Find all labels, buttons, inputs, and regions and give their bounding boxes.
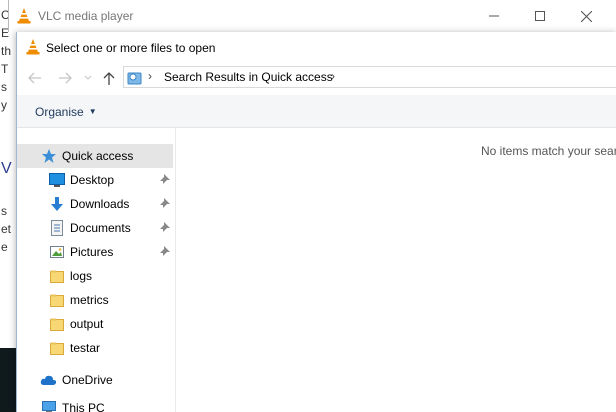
close-icon (580, 10, 592, 22)
pin-icon[interactable] (159, 221, 171, 233)
pin-icon[interactable] (159, 245, 171, 257)
nav-item-quick-access[interactable]: Quick access (17, 144, 173, 168)
bg-text: e (1, 240, 8, 254)
background-dark-panel (0, 348, 16, 412)
breadcrumb-search-results[interactable]: Search Results in Quick access (164, 70, 333, 84)
file-list-pane[interactable]: No items match your sear (176, 128, 616, 412)
cloud-icon (40, 375, 56, 385)
vlc-cone-icon (26, 39, 40, 58)
star-icon (42, 149, 56, 163)
nav-item-desktop[interactable]: Desktop (17, 168, 173, 192)
search-results-icon (127, 70, 143, 89)
nav-item-folder-logs[interactable]: logs (17, 264, 173, 288)
pin-icon[interactable] (159, 173, 171, 185)
up-button[interactable] (101, 70, 117, 86)
nav-item-downloads[interactable]: Downloads (17, 192, 173, 216)
vlc-titlebar[interactable]: VLC media player (8, 0, 616, 32)
nav-item-label: logs (70, 269, 93, 283)
window-title: VLC media player (38, 9, 134, 23)
nav-item-onedrive[interactable]: OneDrive (17, 368, 173, 392)
back-button[interactable] (27, 70, 43, 86)
nav-item-label: Desktop (70, 173, 115, 187)
nav-item-label: metrics (70, 293, 109, 307)
organise-button[interactable]: Organise ▼ (35, 105, 97, 119)
organise-label: Organise (35, 105, 84, 119)
chevron-down-icon (84, 75, 92, 80)
nav-item-label: OneDrive (62, 373, 113, 387)
nav-item-label: output (70, 317, 104, 331)
maximize-button[interactable] (517, 0, 563, 32)
bg-text: V (1, 160, 12, 177)
nav-item-documents[interactable]: Documents (17, 216, 173, 240)
minimize-button[interactable] (471, 0, 517, 32)
caret-down-icon: ▼ (88, 107, 97, 116)
nav-item-folder-metrics[interactable]: metrics (17, 288, 173, 312)
address-bar[interactable]: › Search Results in Quick access › (123, 66, 616, 88)
nav-item-this-pc[interactable]: This PC (17, 396, 173, 412)
open-file-dialog: Select one or more files to open › Searc… (16, 32, 616, 412)
breadcrumb-chevron-icon[interactable]: › (148, 69, 152, 83)
back-arrow-icon (28, 72, 41, 84)
computer-icon (42, 401, 56, 412)
nav-item-label: Quick access (62, 149, 134, 163)
bg-text: T (1, 62, 9, 76)
folder-icon (50, 270, 64, 283)
nav-item-folder-testar[interactable]: testar (17, 336, 173, 360)
bg-text: et (1, 222, 12, 236)
bg-text: y (1, 98, 7, 112)
desktop-icon (49, 173, 65, 187)
dialog-titlebar[interactable]: Select one or more files to open (17, 32, 616, 62)
up-arrow-icon (103, 72, 115, 85)
forward-button[interactable] (57, 70, 73, 86)
dialog-title: Select one or more files to open (46, 41, 216, 55)
minimize-icon (489, 15, 499, 17)
bg-text: th (1, 44, 12, 58)
pictures-icon (50, 246, 64, 258)
close-button[interactable] (563, 0, 609, 32)
command-bar: Organise ▼ (17, 95, 616, 128)
bg-text: s (1, 80, 7, 94)
nav-item-label: Downloads (70, 197, 130, 211)
nav-item-label: testar (70, 341, 101, 355)
breadcrumb-chevron-icon[interactable]: › (331, 69, 335, 83)
documents-icon (51, 220, 63, 236)
nav-item-pictures[interactable]: Pictures (17, 240, 173, 264)
nav-item-label: Documents (70, 221, 131, 235)
folder-icon (50, 294, 64, 307)
folder-icon (50, 342, 64, 355)
pin-icon[interactable] (159, 197, 171, 209)
nav-item-label: Pictures (70, 245, 114, 259)
recent-locations-button[interactable] (83, 70, 93, 86)
nav-item-label: This PC (62, 401, 105, 412)
downloads-icon (51, 197, 63, 211)
empty-message: No items match your sear (481, 144, 616, 158)
bg-text: s (1, 204, 7, 218)
navigation-pane: Quick access Desktop Downloads Documents… (17, 128, 176, 412)
nav-item-folder-output[interactable]: output (17, 312, 173, 336)
forward-arrow-icon (59, 72, 72, 84)
vlc-cone-icon (17, 8, 31, 27)
folder-icon (50, 318, 64, 331)
maximize-icon (535, 11, 545, 21)
